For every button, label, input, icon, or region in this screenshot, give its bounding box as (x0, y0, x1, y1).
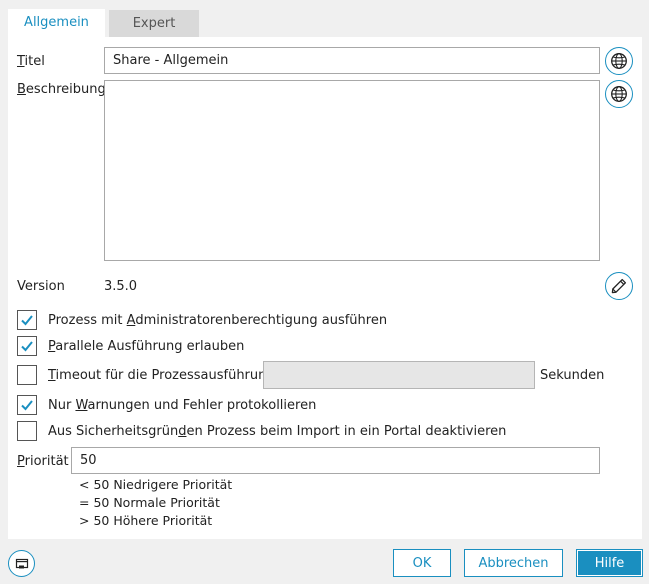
timeout-label: Timeout für die Prozessausführung (48, 368, 275, 383)
globe-icon (611, 86, 627, 102)
description-translate-button[interactable] (605, 80, 633, 108)
window-icon (15, 558, 28, 568)
tab-expert[interactable]: Expert (109, 10, 199, 37)
admin-rights-label-mnemonic: A (126, 313, 136, 328)
timeout-label-mnemonic: T (48, 368, 56, 383)
globe-icon (611, 53, 627, 69)
ok-button[interactable]: OK (393, 549, 451, 577)
description-label: Beschreibung (17, 82, 106, 97)
checkmark-icon (21, 400, 33, 411)
tab-panel-allgemein: Titel Beschreibung Version 3.5.0 Proze (8, 37, 642, 539)
priority-input[interactable] (71, 447, 600, 474)
timeout-label-post: imeout für die Prozessausführung (55, 368, 275, 383)
version-value: 3.5.0 (104, 279, 138, 294)
priority-label: Priorität (17, 454, 69, 469)
admin-rights-label-pre: Prozess mit (48, 313, 127, 328)
deactivate-on-import-label-pre: Aus Sicherheitsgrün (48, 424, 179, 439)
cancel-button[interactable]: Abbrechen (464, 549, 563, 577)
warnings-only-label-pre: Nur (48, 398, 76, 413)
warnings-only-checkbox[interactable] (17, 395, 37, 415)
timeout-checkbox[interactable] (17, 365, 37, 385)
description-textarea[interactable] (104, 80, 600, 261)
warnings-only-label-mnemonic: W (75, 398, 88, 413)
edit-version-button[interactable] (605, 272, 633, 300)
pencil-icon (611, 278, 627, 294)
title-label-mnemonic: T (17, 54, 25, 69)
warnings-only-label: Nur Warnungen und Fehler protokollieren (48, 398, 316, 413)
description-label-mnemonic: B (17, 82, 26, 97)
priority-label-mnemonic: P (17, 454, 25, 469)
deactivate-on-import-label: Aus Sicherheitsgründen Prozess beim Impo… (48, 424, 506, 439)
description-label-rest: eschreibung (25, 82, 106, 97)
checkmark-icon (21, 315, 33, 326)
title-input[interactable] (104, 47, 600, 74)
deactivate-on-import-checkbox[interactable] (17, 421, 37, 441)
parallel-execution-checkbox[interactable] (17, 336, 37, 356)
tab-allgemein[interactable]: Allgemein (8, 9, 105, 37)
warnings-only-label-post: arnungen und Fehler protokollieren (87, 398, 317, 413)
admin-rights-label: Prozess mit Administratorenberechtigung … (48, 313, 387, 328)
window-mode-button[interactable] (8, 550, 35, 577)
version-label: Version (17, 279, 65, 294)
checkmark-icon (21, 341, 33, 352)
title-label-rest: itel (24, 54, 45, 69)
deactivate-on-import-label-post: en Prozess beim Import in ein Portal dea… (186, 424, 507, 439)
timeout-input[interactable] (263, 361, 535, 389)
priority-hint-normal: = 50 Normale Priorität (79, 495, 220, 510)
parallel-execution-label-post: arallele Ausführung erlauben (55, 339, 245, 354)
admin-rights-checkbox[interactable] (17, 310, 37, 330)
admin-rights-label-post: dministratorenberechtigung ausführen (135, 313, 388, 328)
priority-label-rest: riorität (24, 454, 69, 469)
help-button[interactable]: Hilfe (576, 549, 643, 577)
title-translate-button[interactable] (605, 47, 633, 75)
title-label: Titel (17, 54, 45, 69)
priority-hint-higher: > 50 Höhere Priorität (79, 513, 213, 528)
timeout-unit-label: Sekunden (540, 368, 605, 383)
parallel-execution-label: Parallele Ausführung erlauben (48, 339, 244, 354)
priority-hint-lower: < 50 Niedrigere Priorität (79, 477, 233, 492)
